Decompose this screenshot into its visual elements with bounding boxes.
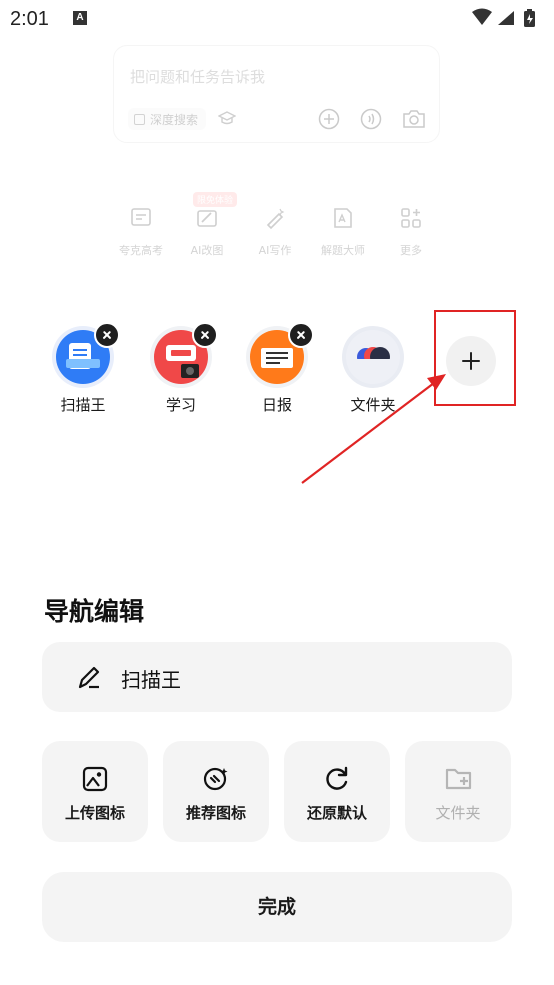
- deep-search-chip: 深度搜索: [128, 108, 207, 130]
- tool-ai-edit: AI改图: [176, 200, 238, 258]
- notification-icon: A: [73, 11, 87, 25]
- nav-item-scanner[interactable]: 扫描王: [43, 322, 123, 415]
- remove-study-button[interactable]: [192, 322, 218, 348]
- tool-more: 更多: [380, 200, 442, 258]
- camera-icon: [403, 110, 425, 128]
- search-card: 把问题和任务告诉我 深度搜索: [113, 45, 440, 143]
- add-folder-icon: [445, 768, 472, 790]
- tool-row: 夸克高考 AI改图 AI写作 解题大师 更多: [110, 200, 450, 260]
- nav-label: 扫描王: [60, 396, 106, 414]
- tool-label: AI写作: [258, 244, 292, 257]
- action-label: 推荐图标: [185, 804, 246, 822]
- search-placeholder: 把问题和任务告诉我: [130, 68, 266, 86]
- battery-icon: [524, 9, 535, 27]
- action-label: 上传图标: [64, 804, 125, 822]
- nav-icon-wrap: [52, 322, 120, 388]
- signal-icon: [498, 11, 514, 25]
- wifi-icon: [472, 8, 492, 25]
- upload-icon-button[interactable]: 上传图标: [42, 741, 148, 842]
- nav-icon-wrap: [246, 322, 314, 388]
- solve-problem-icon: [334, 208, 352, 228]
- done-button[interactable]: 完成: [42, 872, 512, 942]
- remove-scanner-button[interactable]: [94, 322, 120, 348]
- nav-label: 学习: [165, 396, 196, 414]
- voice-icon: [360, 108, 382, 130]
- deep-search-icon: [134, 113, 145, 125]
- remove-daily-button[interactable]: [288, 322, 314, 348]
- recommend-icon-button[interactable]: 推荐图标: [163, 741, 269, 842]
- tool-label: 更多: [400, 244, 422, 257]
- add-circle-icon: [318, 108, 340, 130]
- tool-label: 夸克高考: [119, 244, 163, 257]
- restore-default-button[interactable]: 还原默认: [284, 741, 390, 842]
- deep-search-label: 深度搜索: [150, 112, 199, 127]
- editor-title: 导航编辑: [44, 597, 145, 626]
- folder-action-button[interactable]: 文件夹: [405, 741, 511, 842]
- nav-item-daily[interactable]: 日报: [237, 322, 317, 415]
- nav-item-study[interactable]: 学习: [141, 322, 221, 415]
- nav-name-field[interactable]: 扫描王: [42, 642, 512, 712]
- folder-icon: [346, 330, 400, 384]
- nav-icon-wrap: [342, 326, 404, 388]
- pen-icon: [78, 666, 100, 689]
- status-time: 2:01: [10, 8, 49, 30]
- nav-icon-wrap: [150, 322, 218, 388]
- tool-exam: 夸克高考: [110, 200, 172, 258]
- ai-writing-icon: [266, 208, 285, 230]
- more-apps-icon: [401, 208, 421, 228]
- action-label: 文件夹: [435, 804, 481, 822]
- ai-edit-image-icon: [197, 210, 217, 227]
- action-label: 还原默认: [306, 804, 367, 822]
- recommend-icon: [203, 767, 228, 791]
- status-icons: [472, 8, 535, 27]
- tool-label: 解题大师: [321, 244, 365, 257]
- tool-solve: 解题大师: [312, 200, 374, 258]
- graduation-cap-icon: [218, 111, 236, 125]
- tool-ai-writing: AI写作: [244, 200, 306, 258]
- exam-icon: [131, 208, 151, 226]
- restore-icon: [326, 766, 348, 790]
- upload-image-icon: [82, 766, 108, 792]
- nav-label: 日报: [261, 396, 292, 414]
- add-nav-button[interactable]: [446, 336, 496, 386]
- nav-label: 文件夹: [350, 396, 396, 414]
- nav-item-folder[interactable]: 文件夹: [333, 326, 413, 415]
- nav-name-value[interactable]: 扫描王: [121, 664, 181, 693]
- tool-label: AI改图: [190, 244, 224, 257]
